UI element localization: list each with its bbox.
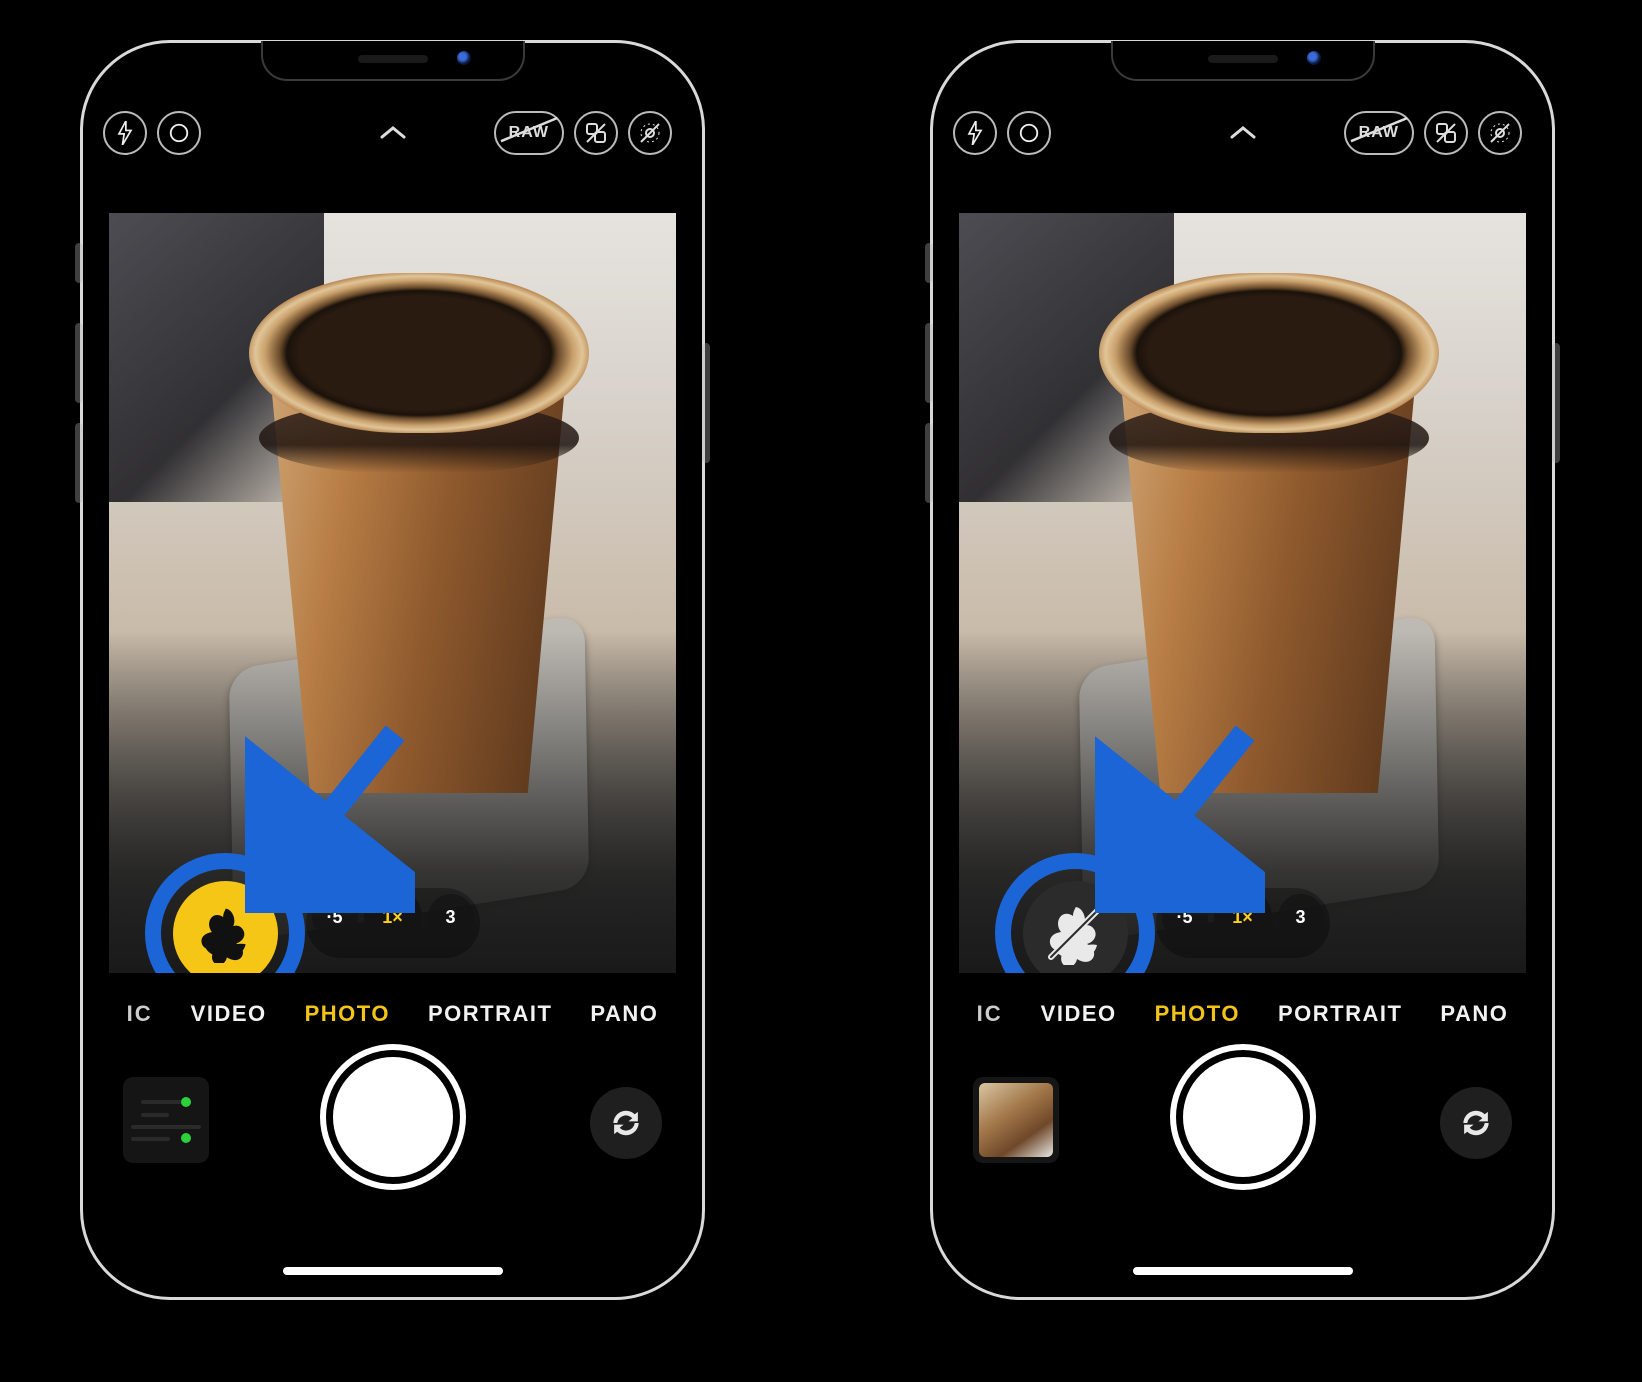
camera-mode-selector[interactable]: IC VIDEO PHOTO PORTRAIT PANO [83,1001,702,1027]
hw-volume-down [925,423,933,503]
last-photo-thumbnail[interactable] [973,1077,1059,1163]
hw-mute-switch [75,243,83,283]
phone-notch [1111,41,1375,81]
camera-flip-button[interactable] [590,1087,662,1159]
photographic-styles-button[interactable] [1424,111,1468,155]
hw-mute-switch [925,243,933,283]
mode-portrait[interactable]: PORTRAIT [1278,1001,1402,1027]
mode-video[interactable]: VIDEO [1041,1001,1117,1027]
mode-photo[interactable]: PHOTO [305,1001,390,1027]
zoom-option-tele[interactable]: 3 [1278,894,1324,940]
camera-bottom-bar [933,1057,1552,1187]
mode-cinematic-partial[interactable]: IC [127,1001,153,1027]
zoom-option-tele[interactable]: 3 [428,894,474,940]
flash-button[interactable] [103,111,147,155]
hw-volume-up [925,323,933,403]
night-mode-button[interactable] [157,111,201,155]
shutter-button[interactable] [333,1057,453,1177]
raw-toggle[interactable]: RAW [494,111,564,155]
annotation-arrow [1095,723,1265,913]
hw-volume-up [75,323,83,403]
camera-top-toolbar: RAW [953,103,1532,163]
phone-mockup-right: RAW ·5 1× 3 [930,40,1555,1300]
hw-side-button [1552,343,1560,463]
last-photo-thumbnail[interactable] [123,1077,209,1163]
camera-mode-selector[interactable]: IC VIDEO PHOTO PORTRAIT PANO [933,1001,1552,1027]
toolbar-expand-chevron[interactable] [1223,113,1263,153]
mode-cinematic-partial[interactable]: IC [977,1001,1003,1027]
viewfinder-subject-cup [249,273,589,793]
mode-photo[interactable]: PHOTO [1155,1001,1240,1027]
phone-mockup-left: RAW ·5 1× 3 [80,40,705,1300]
toolbar-expand-chevron[interactable] [373,113,413,153]
camera-flip-icon [1457,1104,1495,1142]
home-indicator[interactable] [283,1267,503,1275]
mode-portrait[interactable]: PORTRAIT [428,1001,552,1027]
hw-volume-down [75,423,83,503]
camera-flip-button[interactable] [1440,1087,1512,1159]
camera-viewfinder[interactable]: ·5 1× 3 [959,213,1526,973]
phone-notch [261,41,525,81]
viewfinder-subject-cup [1099,273,1439,793]
shutter-button[interactable] [1183,1057,1303,1177]
night-mode-button[interactable] [1007,111,1051,155]
home-indicator[interactable] [1133,1267,1353,1275]
camera-viewfinder[interactable]: ·5 1× 3 [109,213,676,973]
raw-toggle[interactable]: RAW [1344,111,1414,155]
live-photo-button[interactable] [628,111,672,155]
hw-side-button [702,343,710,463]
camera-bottom-bar [83,1057,702,1187]
mode-pano[interactable]: PANO [1440,1001,1508,1027]
flash-button[interactable] [953,111,997,155]
camera-flip-icon [607,1104,645,1142]
annotation-arrow [245,723,415,913]
mode-video[interactable]: VIDEO [191,1001,267,1027]
photographic-styles-button[interactable] [574,111,618,155]
live-photo-button[interactable] [1478,111,1522,155]
mode-pano[interactable]: PANO [590,1001,658,1027]
camera-top-toolbar: RAW [103,103,682,163]
